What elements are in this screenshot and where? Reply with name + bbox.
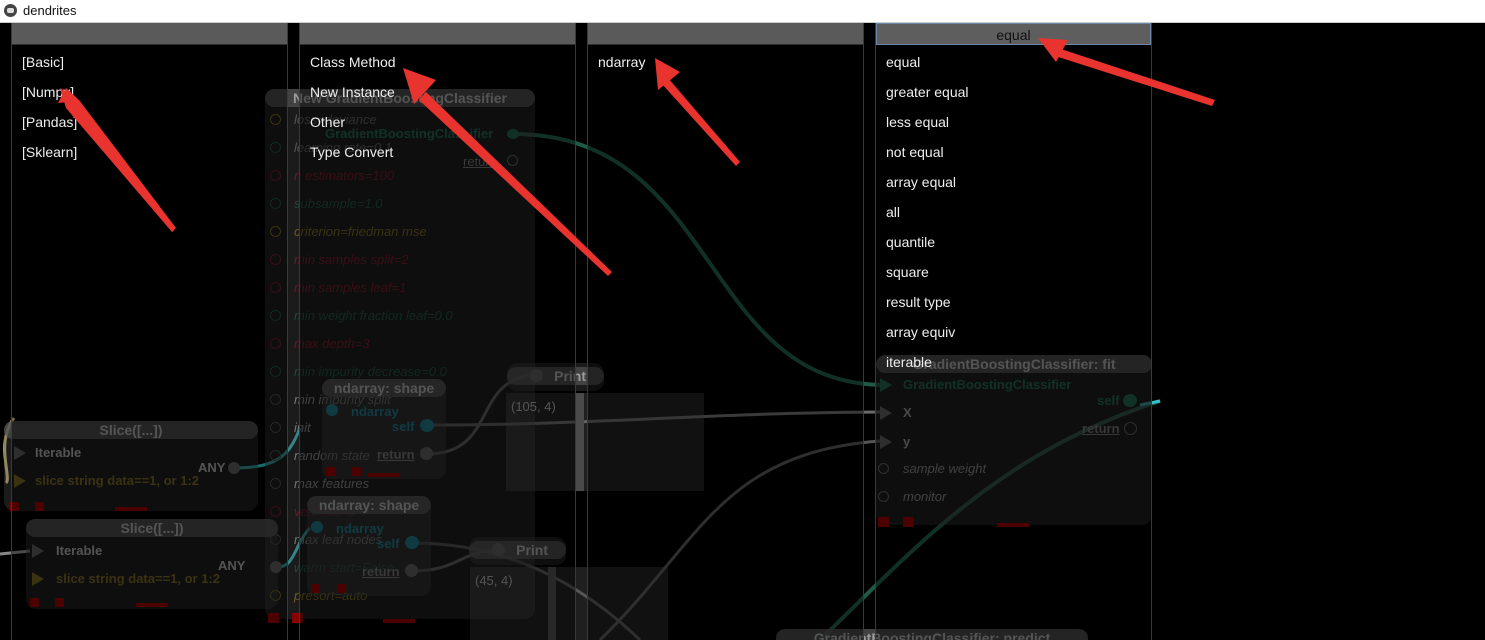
window-titlebar: dendrites [0,0,1485,23]
category-item-numpy[interactable]: [Numpy] [22,84,74,100]
function-item[interactable]: quantile [886,234,935,250]
class-column: ndarray [587,23,864,640]
method-type-item-class-method[interactable]: Class Method [310,54,396,70]
category-column: [Basic] [Numpy] [Pandas] [Sklearn] [11,23,288,640]
category-item-basic[interactable]: [Basic] [22,54,64,70]
method-type-item-other[interactable]: Other [310,114,345,130]
function-item[interactable]: greater equal [886,84,969,100]
function-item[interactable]: equal [886,54,920,70]
function-item[interactable]: square [886,264,929,280]
method-type-item-new-instance[interactable]: New Instance [310,84,395,100]
column-header [300,23,575,45]
class-item-ndarray[interactable]: ndarray [598,54,645,70]
column-header [588,23,863,45]
function-item[interactable]: less equal [886,114,949,130]
column-header [12,23,287,45]
function-item[interactable]: array equiv [886,324,955,340]
column-header: equal [876,23,1151,45]
print-divider [576,393,584,491]
window-title: dendrites [23,3,77,18]
function-item[interactable]: iterable [886,354,932,370]
method-type-item-type-convert[interactable]: Type Convert [310,144,393,160]
app-logo-icon [4,4,17,17]
function-column: equal equal greater equal less equal not… [875,23,1152,640]
function-item[interactable]: array equal [886,174,956,190]
function-item[interactable]: result type [886,294,951,310]
method-type-column: Class Method New Instance Other Type Con… [299,23,576,640]
category-item-sklearn[interactable]: [Sklearn] [22,144,77,160]
function-item[interactable]: not equal [886,144,944,160]
function-item[interactable]: all [886,204,900,220]
category-item-pandas[interactable]: [Pandas] [22,114,77,130]
